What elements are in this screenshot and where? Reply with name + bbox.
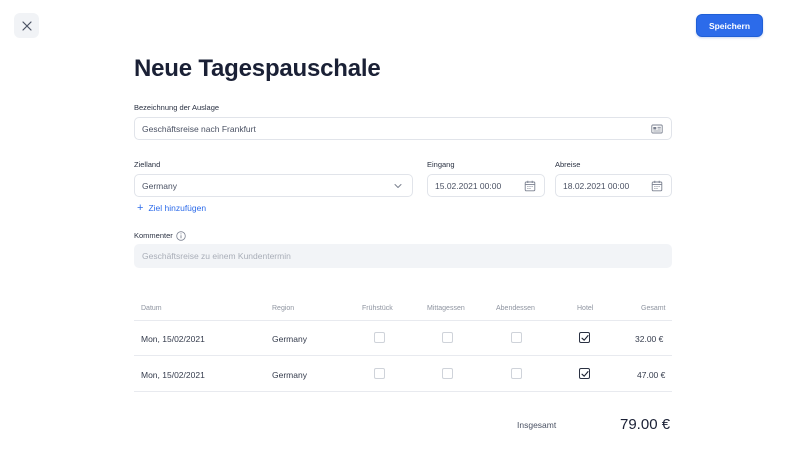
cell-date: Mon, 15/02/2021 — [141, 370, 205, 380]
comment-label: Kommenter — [134, 231, 173, 240]
country-value: Germany — [142, 180, 177, 191]
save-button[interactable]: Speichern — [696, 14, 763, 37]
add-destination-label: Ziel hinzufügen — [148, 203, 207, 213]
col-header-hotel: Hotel — [577, 305, 594, 312]
country-label: Zielland — [134, 160, 161, 169]
cell-date: Mon, 15/02/2021 — [141, 334, 205, 344]
comment-placeholder: Geschäftsreise zu einem Kundentermin — [142, 251, 291, 261]
table-divider — [134, 355, 672, 356]
cell-total: 47.00 € — [637, 370, 666, 380]
lunch-checkbox[interactable] — [442, 332, 453, 343]
close-icon — [21, 20, 32, 31]
lunch-checkbox[interactable] — [442, 368, 453, 379]
col-header-region: Region — [272, 305, 295, 312]
hotel-checkbox[interactable] — [579, 332, 590, 343]
add-destination-link[interactable]: + Ziel hinzufügen — [137, 202, 207, 214]
cell-region: Germany — [272, 370, 307, 380]
page-title: Neue Tagespauschale — [134, 55, 381, 82]
departure-label: Abreise — [555, 160, 581, 169]
cell-total: 32.00 € — [635, 334, 664, 344]
checkmark-icon — [581, 335, 589, 341]
description-value: Geschäftsreise nach Frankfurt — [142, 123, 256, 134]
col-header-total: Gesamt — [641, 305, 666, 312]
plus-icon: + — [137, 202, 144, 214]
close-button[interactable] — [14, 13, 39, 38]
arrival-label: Eingang — [427, 160, 455, 169]
col-header-breakfast: Frühstück — [362, 305, 393, 312]
col-header-date: Datum — [141, 305, 162, 312]
cell-region: Germany — [272, 334, 307, 344]
total-value: 79.00 € — [620, 416, 671, 433]
dinner-checkbox[interactable] — [511, 368, 522, 379]
col-header-dinner: Abendessen — [496, 305, 535, 312]
calendar-icon — [651, 180, 663, 192]
col-header-lunch: Mittagessen — [427, 305, 465, 312]
description-label: Bezeichnung der Auslage — [134, 103, 220, 112]
departure-value: 18.02.2021 00:00 — [563, 180, 630, 191]
hotel-checkbox[interactable] — [579, 368, 590, 379]
arrival-value: 15.02.2021 00:00 — [435, 180, 502, 191]
total-label: Insgesamt — [517, 420, 557, 430]
departure-field[interactable]: 18.02.2021 00:00 — [555, 174, 672, 197]
comment-field[interactable]: Geschäftsreise zu einem Kundentermin — [134, 244, 672, 268]
info-icon[interactable] — [176, 231, 186, 241]
country-select[interactable]: Germany — [134, 174, 413, 197]
table-divider — [134, 391, 672, 392]
table-divider — [134, 320, 672, 321]
breakfast-checkbox[interactable] — [374, 368, 385, 379]
dinner-checkbox[interactable] — [511, 332, 522, 343]
arrival-field[interactable]: 15.02.2021 00:00 — [427, 174, 545, 197]
id-card-icon — [651, 124, 663, 134]
chevron-down-icon — [394, 184, 402, 188]
calendar-icon — [524, 180, 536, 192]
description-field[interactable]: Geschäftsreise nach Frankfurt — [134, 117, 672, 140]
breakfast-checkbox[interactable] — [374, 332, 385, 343]
checkmark-icon — [581, 371, 589, 377]
